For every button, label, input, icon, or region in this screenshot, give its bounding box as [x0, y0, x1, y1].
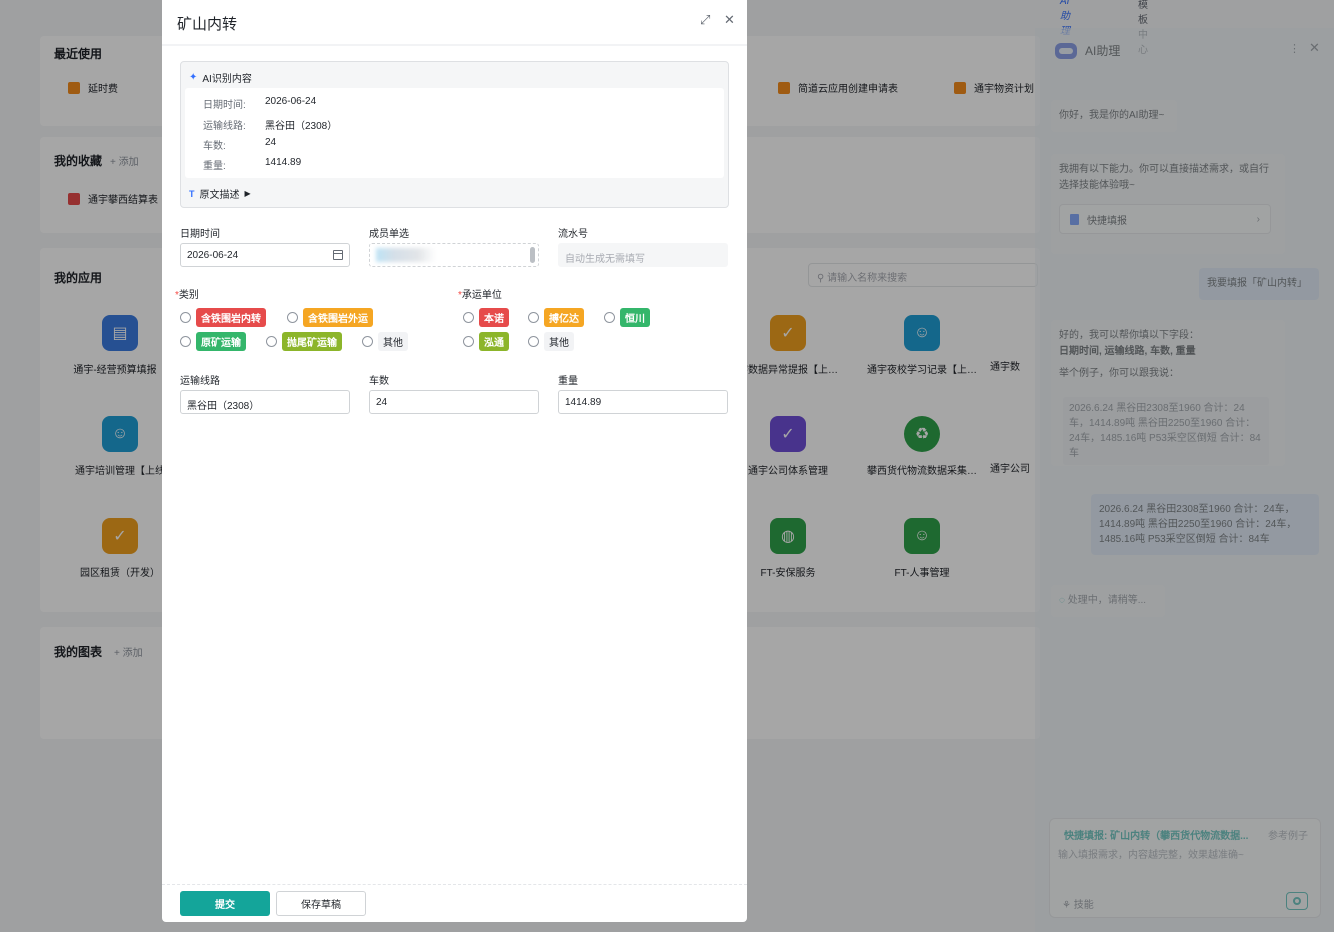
cars-label: 车数 [369, 376, 389, 387]
radio[interactable] [463, 336, 474, 347]
radio[interactable] [362, 336, 373, 347]
category-option[interactable]: 抛尾矿运输 [266, 332, 342, 351]
ai-recognition-box: ✦ AI识别内容 日期时间: 2026-06-24 运输线路: 黑谷田（2308） … [180, 61, 729, 208]
carrier-option[interactable]: 其他 [528, 332, 574, 351]
footer-divider [162, 884, 747, 885]
save-draft-button[interactable]: 保存草稿 [276, 891, 366, 916]
ai-row: 日期时间: 2026-06-24 [203, 96, 317, 111]
member-select[interactable] [369, 243, 539, 267]
date-label: 日期时间 [180, 229, 220, 240]
blurred-member [376, 248, 436, 262]
radio[interactable] [604, 312, 615, 323]
weight-label: 重量 [558, 376, 578, 387]
ai-row: 车数: 24 [203, 137, 277, 152]
serial-field: 自动生成无需填写 [558, 243, 728, 267]
carrier-option[interactable]: 搏亿达 [528, 308, 584, 327]
sparkle-icon: ✦ [189, 72, 198, 83]
carrier-label: *承运单位 [458, 290, 502, 301]
radio[interactable] [266, 336, 277, 347]
caret-right-icon: ▶ [244, 189, 251, 198]
ai-row: 重量: 1414.89 [203, 157, 302, 172]
divider [162, 44, 747, 46]
modal-title: 矿山内转 [177, 16, 238, 33]
route-field[interactable]: 黑谷田（2308） [180, 390, 350, 414]
ai-box-header: ✦ AI识别内容 [189, 72, 252, 85]
category-option[interactable]: 含铁围岩内转 [180, 308, 266, 327]
category-option[interactable]: 其他 [362, 332, 408, 351]
close-icon[interactable]: ✕ [724, 12, 735, 28]
radio[interactable] [180, 312, 191, 323]
radio[interactable] [287, 312, 298, 323]
submit-button[interactable]: 提交 [180, 891, 270, 916]
carrier-option[interactable]: 泓通 [463, 332, 509, 351]
radio[interactable] [180, 336, 191, 347]
scrollbar[interactable] [530, 247, 535, 263]
category-label: *类别 [175, 290, 199, 301]
serial-label: 流水号 [558, 229, 588, 240]
radio[interactable] [528, 336, 539, 347]
category-option[interactable]: 含铁围岩外运 [287, 308, 373, 327]
ai-row: 运输线路: 黑谷田（2308） [203, 121, 338, 132]
route-label: 运输线路 [180, 376, 220, 387]
radio[interactable] [463, 312, 474, 323]
member-label: 成员单选 [369, 229, 409, 240]
carrier-option[interactable]: 本诺 [463, 308, 509, 327]
raw-text-toggle[interactable]: T 原文描述 ▶ [189, 186, 251, 202]
carrier-option[interactable]: 恒川 [604, 308, 650, 327]
cars-field[interactable]: 24 [369, 390, 539, 414]
form-modal: 矿山内转 ⤢ ✕ ✦ AI识别内容 日期时间: 2026-06-24 运输线路: 黑… [162, 0, 747, 922]
weight-field[interactable]: 1414.89 [558, 390, 728, 414]
radio[interactable] [528, 312, 539, 323]
calendar-icon[interactable] [333, 250, 343, 260]
category-option[interactable]: 原矿运输 [180, 332, 246, 351]
text-icon: T [189, 188, 195, 199]
date-field[interactable]: 2026-06-24 [180, 243, 350, 267]
ai-box-content: 日期时间: 2026-06-24 运输线路: 黑谷田（2308） 车数: 24 重量:… [185, 88, 724, 178]
expand-icon[interactable]: ⤢ [700, 12, 710, 28]
